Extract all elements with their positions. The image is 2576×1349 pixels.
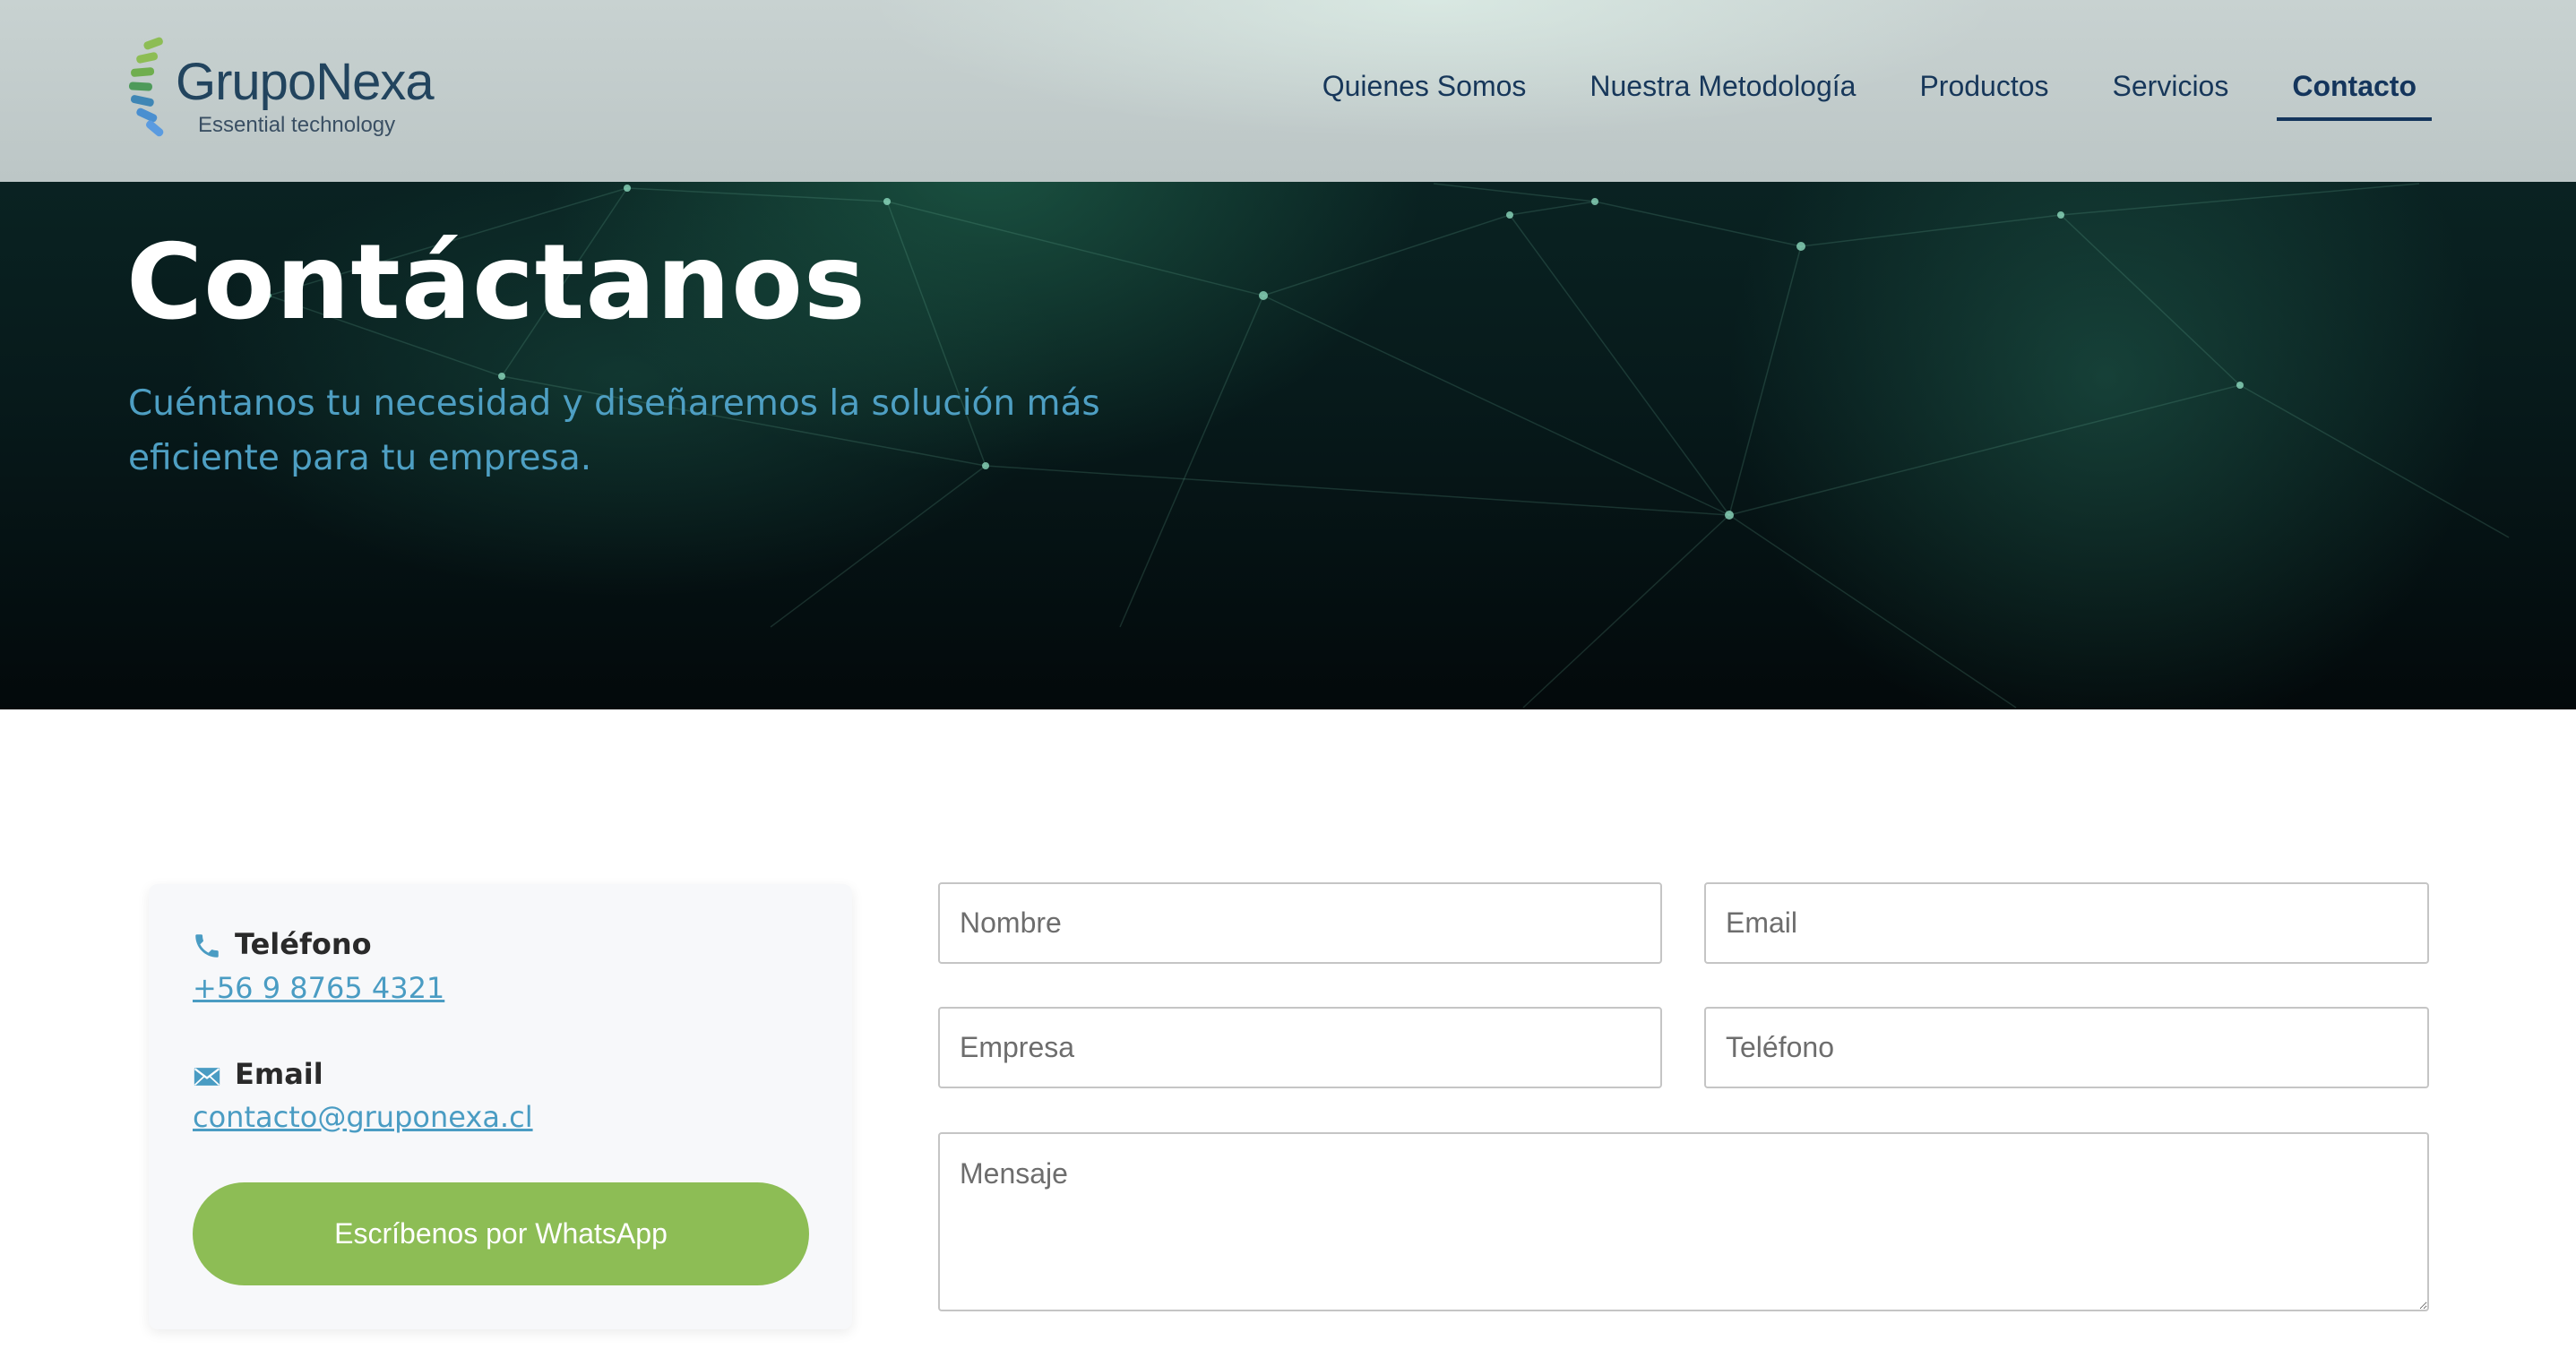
nav-item-servicios[interactable]: Servicios xyxy=(2098,70,2244,121)
brand-name: GrupoNexa xyxy=(176,53,435,111)
hero-section: GrupoNexa Essential technology Quienes S… xyxy=(0,0,2576,709)
email-link[interactable]: contacto@gruponexa.cl xyxy=(193,1100,533,1134)
brand-logo[interactable]: GrupoNexa Essential technology xyxy=(125,34,435,146)
phone-label: Teléfono xyxy=(235,927,372,961)
nombre-input[interactable] xyxy=(938,882,1662,964)
email-input[interactable] xyxy=(1704,882,2429,964)
nav-item-contacto[interactable]: Contacto xyxy=(2277,70,2432,121)
hero-subtitle: Cuéntanos tu necesidad y diseñaremos la … xyxy=(128,383,1100,478)
phone-icon xyxy=(195,934,219,958)
nav-item-quienes-somos[interactable]: Quienes Somos xyxy=(1307,70,1542,121)
main-nav: Quienes Somos Nuestra Metodología Produc… xyxy=(1274,70,2432,121)
whatsapp-button[interactable]: Escríbenos por WhatsApp xyxy=(193,1182,809,1285)
nav-item-nuestra-metodologia[interactable]: Nuestra Metodología xyxy=(1574,70,1871,121)
mensaje-textarea[interactable] xyxy=(938,1132,2429,1311)
phone-link[interactable]: +56 9 8765 4321 xyxy=(193,971,444,1005)
brand-tagline: Essential technology xyxy=(198,113,396,137)
empresa-input[interactable] xyxy=(938,1007,1662,1088)
top-navbar: GrupoNexa Essential technology Quienes S… xyxy=(0,0,2576,182)
envelope-icon xyxy=(194,1068,220,1086)
telefono-input[interactable] xyxy=(1704,1007,2429,1088)
contact-info-card: Teléfono +56 9 8765 4321 Email contacto@… xyxy=(149,884,852,1329)
email-label: Email xyxy=(235,1057,323,1091)
page-title: Contáctanos xyxy=(126,222,866,343)
nav-item-productos[interactable]: Productos xyxy=(1904,70,2063,121)
